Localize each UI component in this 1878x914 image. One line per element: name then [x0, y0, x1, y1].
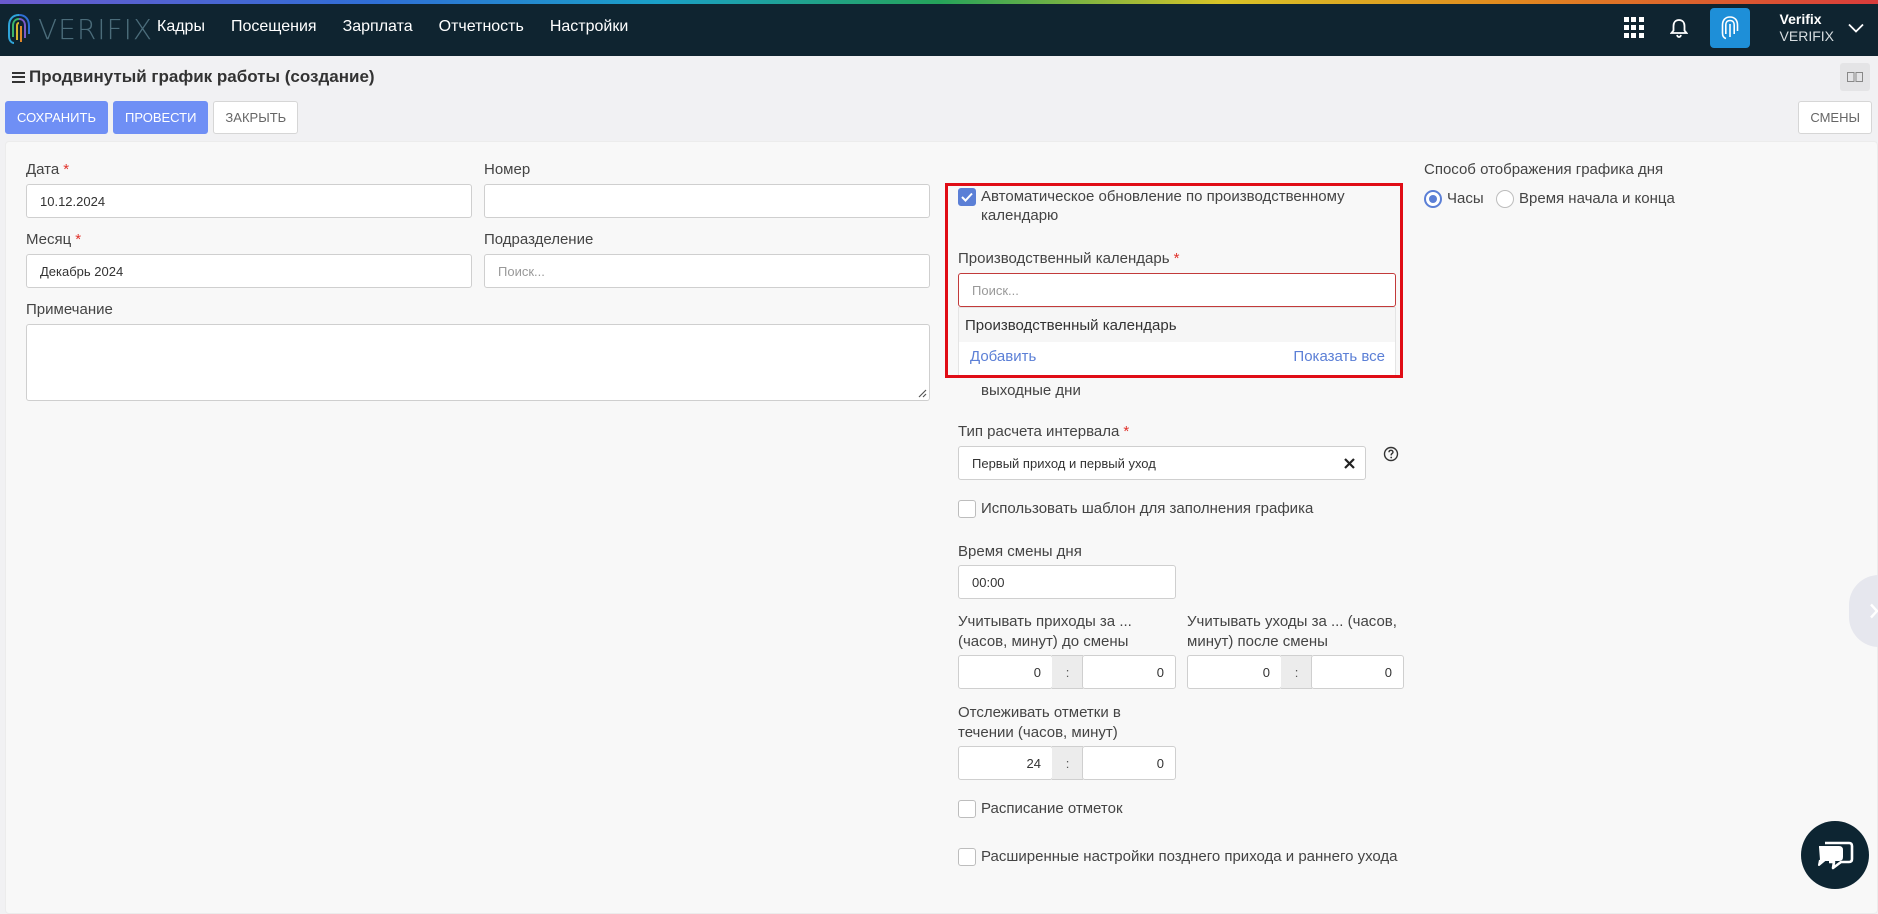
nav-item-hr[interactable]: Кадры — [157, 18, 205, 36]
logo[interactable]: VERIFIX — [6, 12, 153, 46]
track-hours-input[interactable]: 24 — [958, 746, 1053, 780]
layout-toggle-icon[interactable] — [1840, 63, 1870, 91]
radio-start-end-label: Время начала и конца — [1519, 190, 1675, 207]
departures-minutes-input[interactable]: 0 — [1311, 655, 1404, 689]
track-label: Отслеживать отметки в течении (часов, ми… — [958, 704, 1121, 741]
division-search-input[interactable]: Поиск... — [484, 254, 930, 288]
date-label: Дата * — [26, 161, 70, 178]
apps-grid-icon[interactable] — [1623, 17, 1646, 39]
user-name: Verifix — [1779, 11, 1822, 27]
day-change-label: Время смены дня — [958, 543, 1082, 560]
page-title: Продвинутый график работы (создание) — [12, 67, 375, 87]
colon-separator: : — [1052, 746, 1083, 780]
resize-grip-icon[interactable] — [917, 388, 927, 398]
colon-separator: : — [1281, 655, 1312, 689]
fingerprint-logo-icon — [8, 14, 30, 44]
nav-item-settings[interactable]: Настройки — [550, 18, 628, 36]
arrivals-minutes-input[interactable]: 0 — [1082, 655, 1176, 689]
division-label: Подразделение — [484, 231, 594, 248]
fingerprint-icon — [1721, 16, 1738, 40]
arrivals-label: Учитывать приходы за ... (часов, минут) … — [958, 613, 1132, 650]
interval-type-select[interactable]: Первый приход и первый уход — [958, 446, 1366, 480]
interval-type-value: Первый приход и первый уход — [972, 455, 1156, 471]
bell-icon[interactable] — [1669, 18, 1688, 38]
arrivals-hours-input[interactable]: 0 — [958, 655, 1053, 689]
advanced-settings-checkbox[interactable] — [958, 848, 976, 866]
user-info[interactable]: Verifix VERIFIX — [1780, 11, 1834, 45]
display-mode-label: Способ отображения графика дня — [1424, 161, 1664, 178]
shifts-button[interactable]: СМЕНЫ — [1798, 101, 1872, 134]
radio-hours-label: Часы — [1447, 190, 1484, 207]
weekends-label: выходные дни — [981, 382, 1081, 399]
advanced-settings-label: Расширенные настройки позднего прихода и… — [981, 848, 1398, 865]
close-button[interactable]: ЗАКРЫТЬ — [213, 101, 299, 134]
user-org: VERIFIX — [1779, 28, 1834, 44]
top-bar: VERIFIX Кадры Посещения Зарплата Отчетно… — [0, 0, 1878, 56]
number-input[interactable] — [484, 184, 930, 218]
radio-hours[interactable] — [1424, 190, 1442, 208]
rainbow-strip — [0, 0, 1878, 4]
month-label: Месяц * — [26, 231, 82, 248]
page-title-text: Продвинутый график работы (создание) — [29, 67, 375, 86]
day-change-input[interactable]: 00:00 — [958, 565, 1176, 599]
save-button[interactable]: СОХРАНИТЬ — [5, 101, 108, 134]
toolbar: СОХРАНИТЬ ПРОВЕСТИ ЗАКРЫТЬ — [5, 101, 299, 134]
highlight-box — [945, 183, 1403, 378]
departures-hours-input[interactable]: 0 — [1187, 655, 1282, 689]
date-input[interactable]: 10.12.2024 — [26, 184, 472, 218]
note-label: Примечание — [26, 301, 113, 318]
number-label: Номер — [484, 161, 531, 178]
track-minutes-input[interactable]: 0 — [1082, 746, 1176, 780]
top-right-icons: Verifix VERIFIX — [1623, 0, 1878, 56]
marks-schedule-label: Расписание отметок — [981, 800, 1123, 817]
note-textarea[interactable] — [26, 324, 930, 401]
use-template-checkbox[interactable] — [958, 500, 976, 518]
logo-text: VERIFIX — [38, 12, 154, 46]
colon-separator: : — [1052, 655, 1083, 689]
chevron-down-icon[interactable] — [1848, 23, 1864, 33]
help-icon[interactable] — [1383, 446, 1399, 462]
chat-button[interactable] — [1801, 821, 1869, 889]
radio-start-end[interactable] — [1496, 190, 1514, 208]
clear-icon[interactable] — [1344, 458, 1355, 469]
departures-label: Учитывать уходы за ... (часов, минут) по… — [1187, 613, 1397, 650]
nav-item-salary[interactable]: Зарплата — [343, 18, 413, 36]
chat-icon — [1818, 841, 1854, 870]
chevron-right-icon — [1870, 603, 1878, 619]
interval-type-label: Тип расчета интервала * — [958, 423, 1130, 440]
menu-icon[interactable] — [12, 71, 25, 83]
post-button[interactable]: ПРОВЕСТИ — [112, 101, 209, 134]
nav-item-reports[interactable]: Отчетность — [439, 18, 524, 36]
fingerprint-button[interactable] — [1709, 8, 1750, 48]
month-input[interactable]: Декабрь 2024 — [26, 254, 472, 288]
nav-item-attendance[interactable]: Посещения — [231, 18, 317, 36]
marks-schedule-checkbox[interactable] — [958, 800, 976, 818]
main-nav: Кадры Посещения Зарплата Отчетность Наст… — [157, 18, 628, 36]
use-template-label: Использовать шаблон для заполнения графи… — [981, 500, 1314, 517]
